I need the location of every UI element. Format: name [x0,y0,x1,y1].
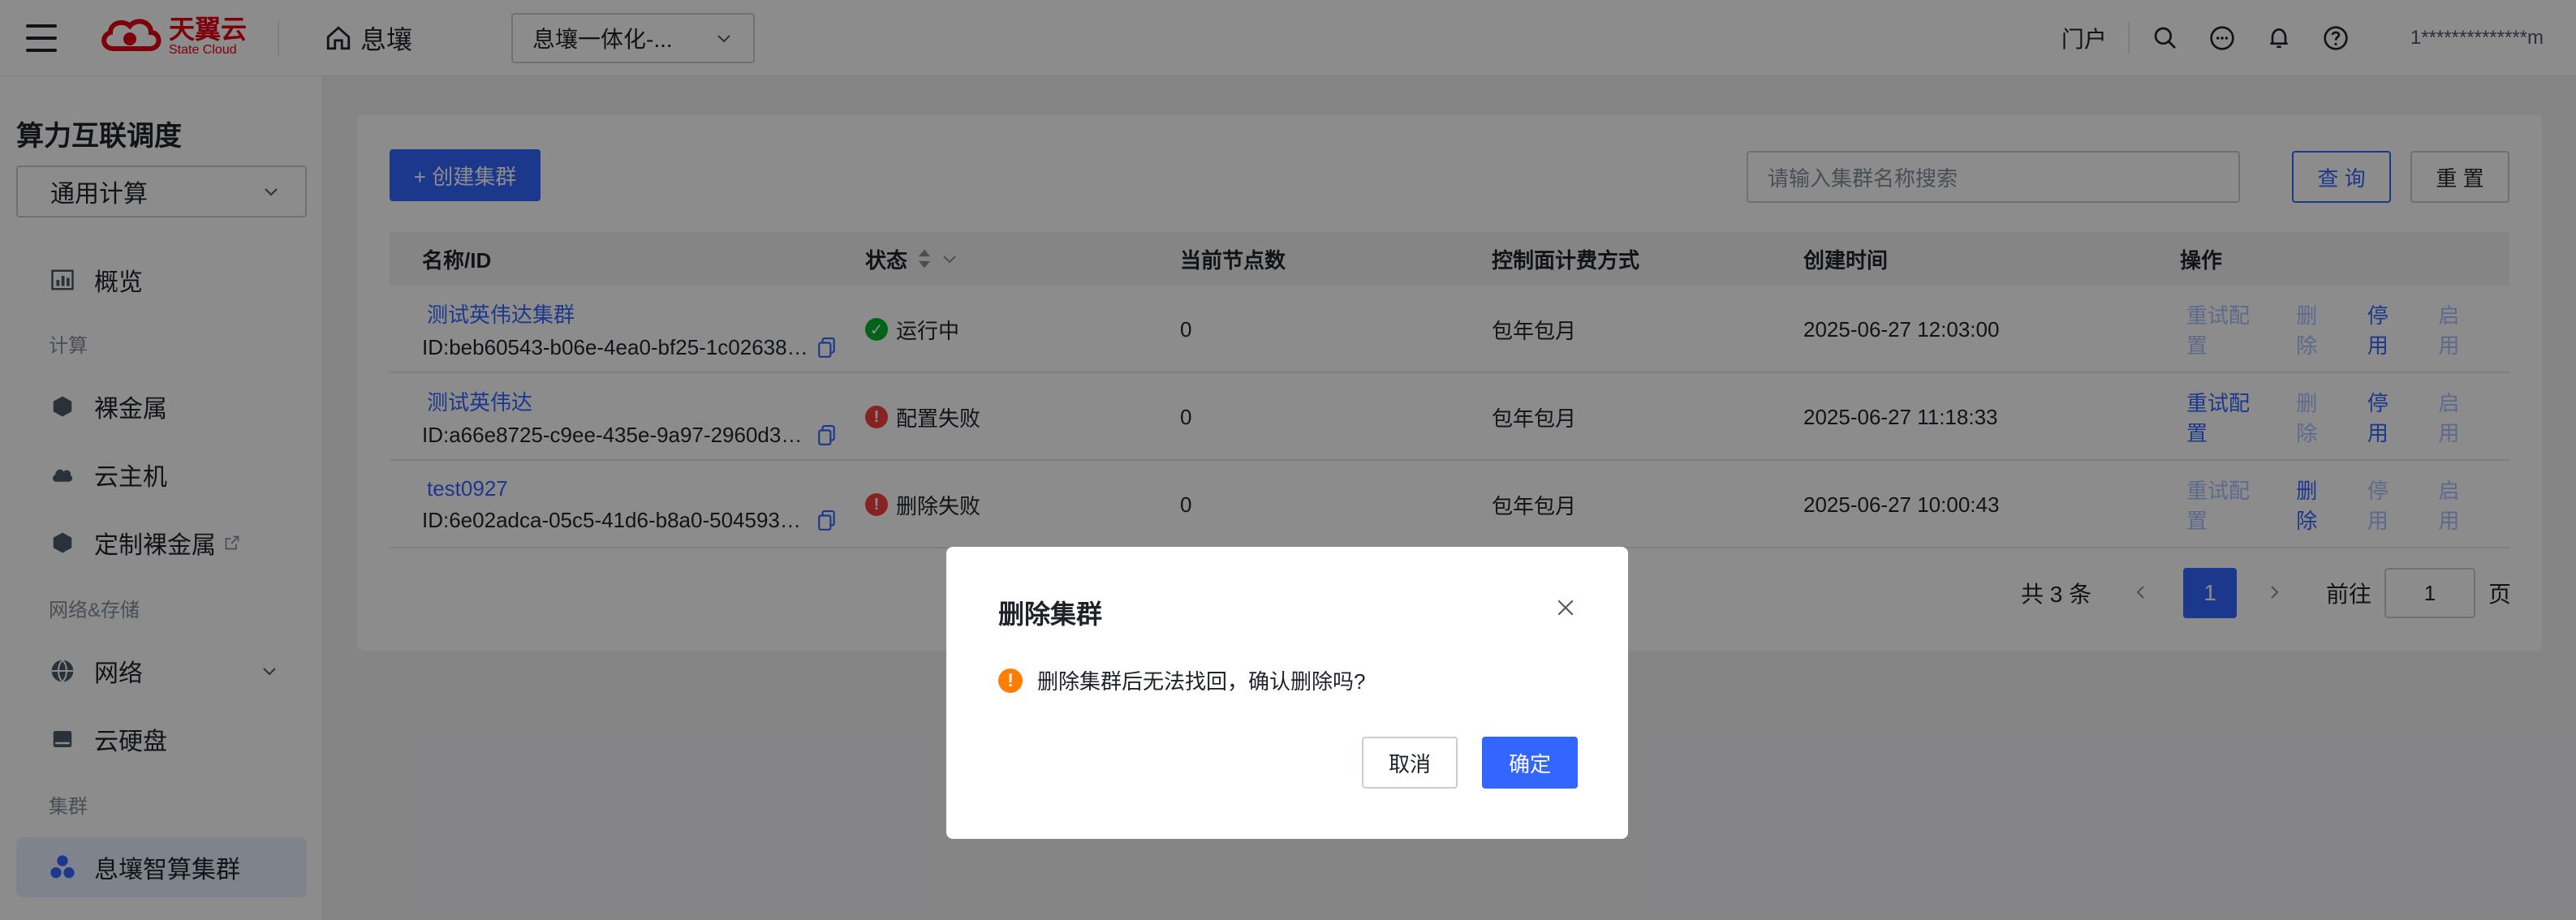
confirm-button[interactable]: 确定 [1482,737,1578,789]
warning-icon: ! [998,668,1023,693]
close-icon[interactable] [1555,597,1576,618]
delete-cluster-dialog: 删除集群 ! 删除集群后无法找回，确认删除吗? 取消 确定 [946,547,1628,839]
dialog-message: 删除集群后无法找回，确认删除吗? [1037,669,1366,694]
cancel-button[interactable]: 取消 [1362,737,1458,789]
dialog-title: 删除集群 [998,600,1103,629]
